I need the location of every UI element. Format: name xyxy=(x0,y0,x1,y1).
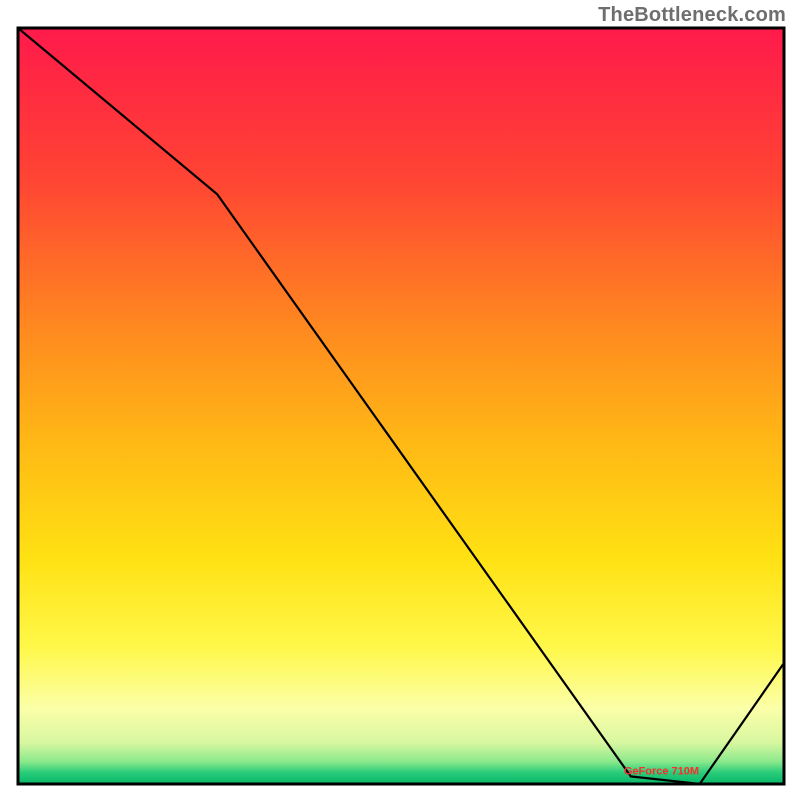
chart-page: TheBottleneck.com GeForce 710M xyxy=(0,0,800,800)
gpu-annotation: GeForce 710M xyxy=(624,765,699,777)
bottleneck-chart: GeForce 710M xyxy=(0,0,800,800)
source-watermark: TheBottleneck.com xyxy=(598,4,786,27)
plot-gradient-background xyxy=(18,28,784,784)
